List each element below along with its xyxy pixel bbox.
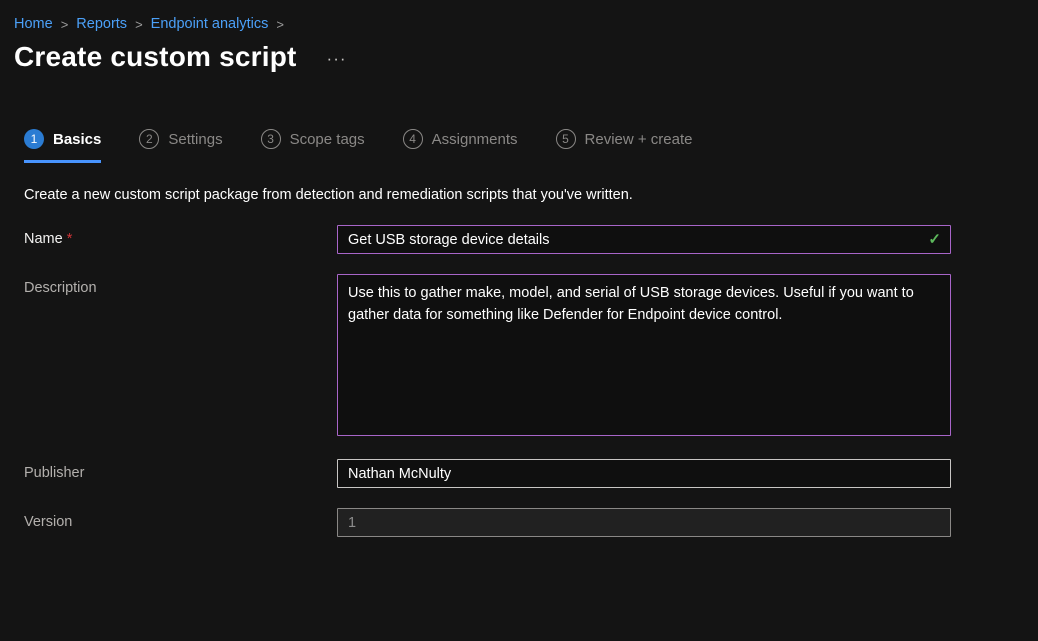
description-textarea[interactable]: Use this to gather make, model, and seri… [337,274,951,436]
title-row: Create custom script ··· [0,32,1038,73]
tab-scope-tags-label: Scope tags [290,131,365,148]
breadcrumb-home[interactable]: Home [14,16,53,32]
publisher-row: Publisher [24,459,1038,488]
breadcrumb-separator: > [61,17,69,32]
version-input-wrap [337,508,951,537]
publisher-input-wrap [337,459,951,488]
tab-settings-label: Settings [168,131,222,148]
description-label: Description [24,280,97,296]
name-row: Name* ✓ [24,225,1038,254]
description-input-wrap: Use this to gather make, model, and seri… [337,274,951,436]
step-4-badge: 4 [403,129,423,149]
tab-settings[interactable]: 2 Settings [139,129,222,163]
publisher-label-cell: Publisher [24,459,337,488]
step-3-badge: 3 [261,129,281,149]
description-label-cell: Description [24,274,337,436]
publisher-input[interactable] [337,459,951,488]
breadcrumb-endpoint-analytics[interactable]: Endpoint analytics [151,16,269,32]
wizard-steps: 1 Basics 2 Settings 3 Scope tags 4 Assig… [0,129,1038,163]
page-title: Create custom script [14,41,297,73]
tab-basics[interactable]: 1 Basics [24,129,101,163]
breadcrumb-reports[interactable]: Reports [76,16,127,32]
version-row: Version [24,508,1038,537]
intro-text: Create a new custom script package from … [0,187,1038,203]
version-input [337,508,951,537]
breadcrumb-separator: > [135,17,143,32]
name-input[interactable] [337,225,951,254]
step-2-badge: 2 [139,129,159,149]
basics-form: Name* ✓ Description Use this to gather m… [0,225,1038,537]
tab-scope-tags[interactable]: 3 Scope tags [261,129,365,163]
name-label: Name [24,231,63,247]
tab-review-create[interactable]: 5 Review + create [556,129,693,163]
tab-review-create-label: Review + create [585,131,693,148]
breadcrumb-separator: > [276,17,284,32]
tab-assignments[interactable]: 4 Assignments [403,129,518,163]
description-row: Description Use this to gather make, mod… [24,274,1038,436]
version-label-cell: Version [24,508,337,537]
breadcrumb: Home > Reports > Endpoint analytics > [0,0,1038,32]
publisher-label: Publisher [24,465,84,481]
version-label: Version [24,514,72,530]
tab-basics-label: Basics [53,131,101,148]
name-input-wrap: ✓ [337,225,951,254]
required-asterisk: * [67,231,73,247]
name-label-cell: Name* [24,225,337,254]
step-1-badge: 1 [24,129,44,149]
more-options-icon[interactable]: ··· [327,50,347,73]
tab-assignments-label: Assignments [432,131,518,148]
step-5-badge: 5 [556,129,576,149]
